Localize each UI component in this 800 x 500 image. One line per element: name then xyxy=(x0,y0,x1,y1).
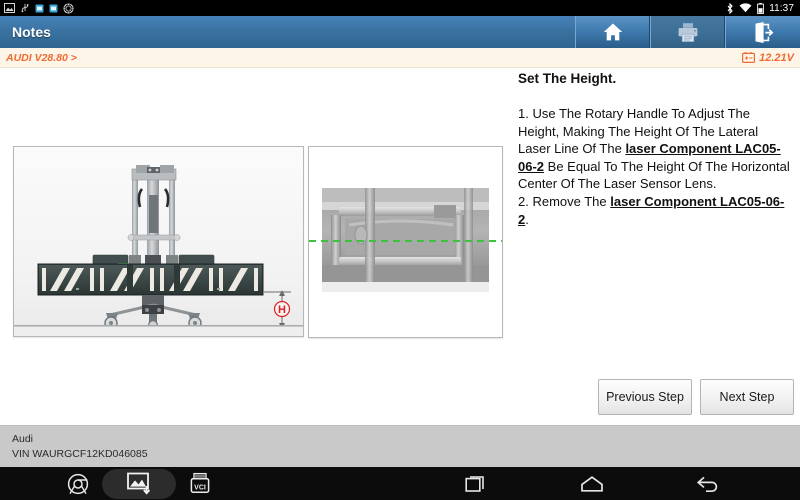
vehicle-vin: VIN WAURGCF12KD046085 xyxy=(12,448,148,460)
screenshot-icon xyxy=(127,472,151,495)
voltage-value: 12.21V xyxy=(759,51,794,64)
app-icon-2 xyxy=(49,4,58,12)
vehicle-version-link[interactable]: AUDI V28.80 > xyxy=(0,52,77,64)
vehicle-info-footer: Audi VIN WAURGCF12KD046085 xyxy=(0,425,800,467)
back-icon xyxy=(696,476,718,492)
recents-icon xyxy=(465,475,484,492)
title-bar-actions xyxy=(575,16,800,48)
floor-band xyxy=(14,326,303,336)
previous-step-button[interactable]: Previous Step xyxy=(598,379,692,415)
instruction-body: 1. Use The Rotary Handle To Adjust The H… xyxy=(518,88,792,228)
battery-icon xyxy=(757,2,765,14)
laser-line-closeup-photo[interactable] xyxy=(308,146,503,338)
vci-button[interactable]: VCI xyxy=(180,469,220,499)
step-navigation: Previous Step Next Step xyxy=(598,379,794,415)
svg-text:VCI: VCI xyxy=(194,484,206,491)
usb-icon xyxy=(21,4,29,13)
target-frame-drawing: H xyxy=(37,165,291,331)
instruction-text-column: Set The Height. 1. Use The Rotary Handle… xyxy=(518,68,792,228)
app-root: 11:37 Notes AUDI V28.80 > 12.21V H Set T… xyxy=(0,0,800,500)
screenshot-button[interactable] xyxy=(102,468,176,499)
vci-icon: VCI xyxy=(190,472,210,493)
home-button[interactable] xyxy=(575,16,650,48)
next-step-button[interactable]: Next Step xyxy=(700,379,794,415)
home-icon xyxy=(603,23,622,41)
screenshot-icon xyxy=(4,3,15,13)
back-button[interactable] xyxy=(688,469,728,499)
chrome-glyph xyxy=(67,473,89,494)
bluetooth-settings-icon xyxy=(63,2,74,14)
home-button[interactable] xyxy=(572,469,612,499)
app-icon-1 xyxy=(35,4,44,12)
vehicle-version-bar: AUDI V28.80 > 12.21V xyxy=(0,48,800,68)
photo-content xyxy=(309,188,502,292)
exit-button[interactable] xyxy=(725,16,800,48)
wifi-icon xyxy=(739,3,752,13)
voltage-indicator: 12.21V xyxy=(742,52,800,64)
battery-icon xyxy=(742,52,756,63)
status-bar-right-icons: 11:37 xyxy=(726,2,800,14)
print-button[interactable] xyxy=(650,16,725,48)
page-title: Notes xyxy=(12,24,51,40)
nav-bar-left: VCI xyxy=(0,468,220,499)
home-icon xyxy=(581,475,603,492)
recents-button[interactable] xyxy=(456,469,496,499)
chrome-icon[interactable] xyxy=(58,469,98,499)
nav-bar-right xyxy=(456,469,800,499)
status-bar-clock: 11:37 xyxy=(769,2,794,14)
main-content: H Set The Height. 1. Use The Rotary Hand… xyxy=(0,68,800,425)
body-text-segment: . xyxy=(525,211,529,227)
android-nav-bar: VCI xyxy=(0,467,800,500)
app-title-bar: Notes xyxy=(0,16,800,48)
exit-icon xyxy=(755,21,774,43)
bluetooth-icon xyxy=(727,2,733,14)
dimension-label-h: H xyxy=(278,304,286,316)
printer-icon xyxy=(678,22,697,42)
android-status-bar: 11:37 xyxy=(0,0,800,16)
vehicle-make: Audi xyxy=(12,433,34,445)
calibration-target-diagram[interactable]: H xyxy=(13,146,304,337)
status-bar-left-icons xyxy=(0,2,74,14)
instruction-heading: Set The Height. xyxy=(518,71,617,86)
